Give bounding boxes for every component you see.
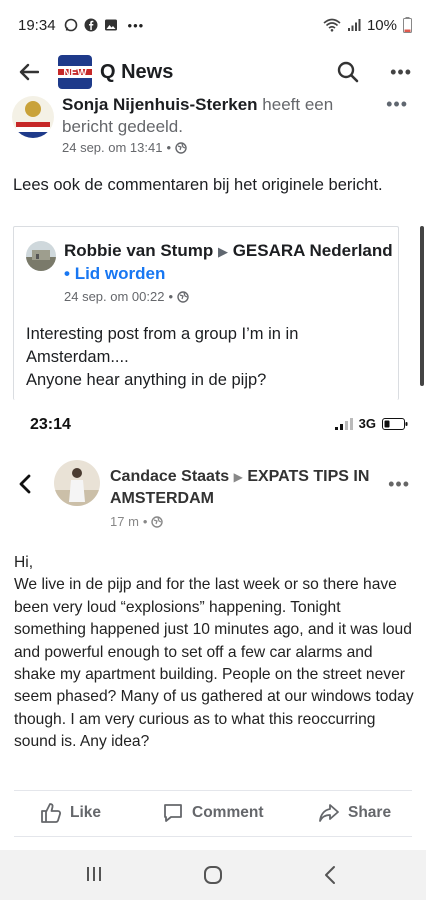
battery-icon [382, 417, 408, 430]
status-time: 19:34 [18, 16, 56, 34]
facebook-icon [84, 18, 98, 32]
post-timestamp[interactable]: 24 sep. om 13:41 [62, 140, 162, 155]
avatar[interactable] [12, 96, 54, 138]
globe-icon [151, 515, 164, 528]
post-meta: 24 sep. om 13:41 • [62, 140, 187, 155]
post-actions: Like Comment Share [0, 792, 426, 836]
signal-icon [334, 417, 353, 430]
whatsapp-icon [64, 18, 77, 32]
shared-text: Interesting post from a group I’m in in … [26, 325, 299, 389]
back-arrow-icon[interactable] [16, 59, 42, 85]
separator-dot: • [142, 514, 148, 529]
scroll-indicator [420, 226, 424, 386]
more-icon[interactable]: ••• [390, 62, 412, 83]
post-text: Lees ook de commentaren bij het originel… [13, 176, 383, 194]
comment-icon [164, 804, 182, 822]
status-bar: 19:34 ••• 10% [0, 0, 426, 50]
embedded-text: Hi, We live in de pijp and for the last … [14, 554, 418, 751]
divider [14, 836, 412, 837]
battery-icon [403, 17, 412, 33]
svg-text:NEW: NEW [63, 68, 87, 79]
shared-author[interactable]: Robbie van Stump [64, 241, 213, 260]
q-news-logo[interactable]: NEW [58, 55, 92, 89]
shared-post-card[interactable]: Robbie van Stump ▶ GESARA Nederland • Li… [13, 226, 399, 400]
like-button[interactable]: Like [40, 802, 101, 824]
arrow-right-icon: ▶ [233, 470, 243, 484]
divider [14, 790, 412, 791]
embedded-screenshot[interactable]: 23:14 3G Candace Staats ▶ EXPATS TIPS IN… [0, 400, 426, 850]
shared-group[interactable]: GESARA Nederland [233, 241, 393, 260]
home-icon[interactable] [202, 864, 224, 886]
comment-button[interactable]: Comment [162, 802, 263, 824]
separator-dot: • [168, 289, 174, 304]
back-icon[interactable] [322, 864, 338, 886]
separator-dot: • [166, 140, 172, 155]
embedded-more-icon[interactable]: ••• [388, 474, 410, 495]
post-header: Sonja Nijenhuis-Sterken heeft een berich… [12, 92, 412, 158]
system-nav-bar [0, 850, 426, 900]
signal-icon [347, 19, 361, 31]
globe-icon [175, 141, 187, 154]
thumbs-up-icon [41, 803, 62, 823]
gallery-icon [104, 19, 117, 31]
wifi-icon [323, 18, 341, 32]
embedded-meta: 17 m • [110, 514, 164, 529]
post-author[interactable]: Sonja Nijenhuis-Sterken [62, 95, 258, 114]
embedded-author[interactable]: Candace Staats [110, 468, 229, 485]
page-title: Q News [100, 60, 174, 83]
app-bar: NEW Q News ••• [0, 50, 426, 94]
recent-apps-icon[interactable] [84, 864, 104, 884]
avatar[interactable] [26, 241, 56, 271]
globe-icon [177, 290, 189, 303]
embedded-timestamp[interactable]: 17 m [110, 514, 139, 529]
shared-timestamp[interactable]: 24 sep. om 00:22 [64, 289, 164, 304]
join-group-link[interactable]: • Lid worden [64, 264, 165, 283]
share-icon [319, 804, 339, 822]
arrow-right-icon: ▶ [217, 244, 228, 259]
share-button[interactable]: Share [318, 802, 391, 824]
battery-percent: 10% [366, 16, 397, 34]
chevron-left-icon[interactable] [18, 474, 32, 499]
avatar[interactable] [54, 460, 100, 506]
search-icon[interactable] [336, 60, 360, 84]
shared-meta: 24 sep. om 00:22 • [64, 289, 189, 304]
post-more-icon[interactable]: ••• [386, 94, 408, 115]
network-label: 3G [358, 416, 376, 431]
more-dots-icon: ••• [127, 17, 145, 33]
embedded-time: 23:14 [30, 416, 71, 433]
